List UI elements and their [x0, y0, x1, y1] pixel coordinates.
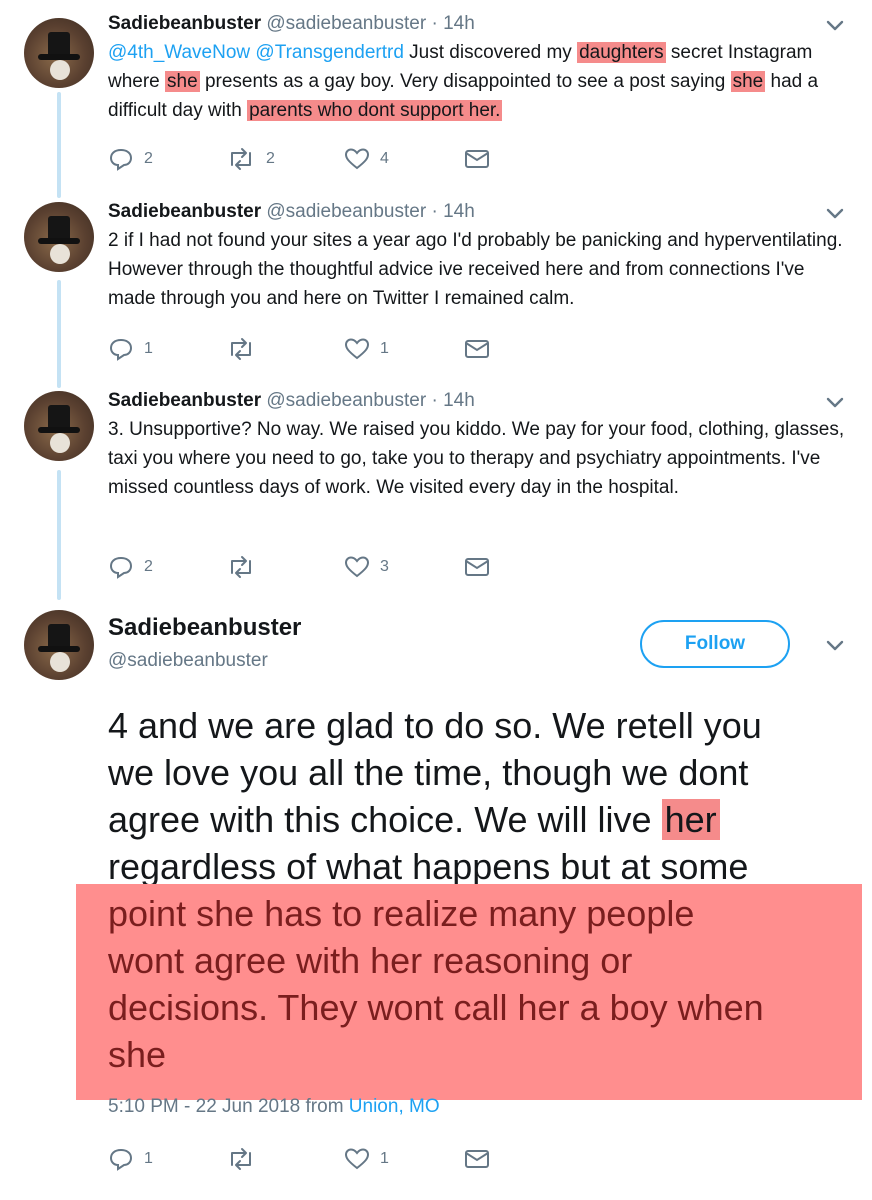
tweet-line: she [108, 1034, 167, 1075]
user-handle[interactable]: @sadiebeanbuster [108, 650, 268, 672]
separator-dot: · [431, 390, 438, 411]
avatar[interactable] [24, 610, 94, 680]
timestamp[interactable]: 14h [443, 13, 475, 34]
like-icon [344, 148, 370, 170]
like-button[interactable]: 1 [344, 334, 389, 364]
tweet-header: Sadiebeanbuster @sadiebeanbuster · 14h [108, 389, 475, 413]
tweet-line: wont agree with her reasoning or [108, 940, 633, 981]
timestamp[interactable]: 14h [443, 201, 475, 222]
reply-icon [109, 338, 133, 361]
avatar[interactable] [24, 391, 94, 461]
chevron-down-icon[interactable] [824, 202, 846, 224]
display-name[interactable]: Sadiebeanbuster [108, 13, 261, 34]
reply-button[interactable]: 2 [108, 144, 153, 174]
message-button[interactable] [464, 144, 490, 174]
retweet-button[interactable] [226, 1144, 266, 1174]
reply-count: 1 [144, 340, 153, 357]
message-button[interactable] [464, 334, 490, 364]
retweet-button[interactable] [226, 552, 266, 582]
reply-count: 2 [144, 558, 153, 575]
chevron-down-icon[interactable] [824, 634, 846, 656]
highlighted-word: daughters [577, 42, 666, 63]
tweet-text: @4th_WaveNow @Transgendertrd Just discov… [108, 38, 848, 125]
like-button[interactable]: 4 [344, 144, 389, 174]
text-segment: presents as a gay boy. Very disappointed… [199, 71, 731, 92]
highlighted-word: her [661, 799, 720, 840]
user-handle[interactable]: @sadiebeanbuster [266, 390, 426, 411]
message-icon [465, 1150, 489, 1168]
tweet-text: 4 and we are glad to do so. We retell yo… [108, 702, 848, 890]
like-icon [344, 556, 370, 578]
retweet-button[interactable]: 2 [226, 144, 275, 174]
message-icon [465, 558, 489, 576]
separator-dot: · [431, 13, 438, 34]
follow-button[interactable]: Follow [640, 620, 790, 668]
thread-line [57, 280, 61, 388]
highlighted-tweet-text: point she has to realize many people won… [108, 890, 848, 1078]
reply-button[interactable]: 1 [108, 334, 153, 364]
like-count: 1 [380, 340, 389, 357]
tweet-line: decisions. They wont call her a boy when [108, 987, 764, 1028]
separator-dot: · [431, 201, 438, 222]
tweet-text: 2 if I had not found your sites a year a… [108, 226, 848, 313]
display-name[interactable]: Sadiebeanbuster [108, 390, 261, 411]
tweet-location[interactable]: Union, MO [349, 1096, 440, 1117]
avatar[interactable] [24, 202, 94, 272]
like-count: 3 [380, 558, 389, 575]
retweet-icon [231, 338, 251, 360]
avatar[interactable] [24, 18, 94, 88]
text-segment: Just discovered my [403, 42, 578, 63]
retweet-count: 2 [266, 150, 275, 167]
chevron-down-icon[interactable] [824, 391, 846, 413]
like-button[interactable]: 3 [344, 552, 389, 582]
tweet-header: Sadiebeanbuster @sadiebeanbuster · 14h [108, 12, 475, 36]
tweet-line: agree with this choice. We will live her [108, 796, 848, 843]
tweet-meta: 5:10 PM - 22 Jun 2018 from Union, MO [108, 1096, 440, 1118]
like-button[interactable]: 1 [344, 1144, 389, 1174]
highlighted-word: she [165, 71, 200, 92]
text-segment: 3. Unsupportive? No way. We raised you k… [108, 419, 845, 498]
display-name[interactable]: Sadiebeanbuster [108, 201, 261, 222]
like-icon [344, 338, 370, 360]
tweet-datetime[interactable]: 5:10 PM - 22 Jun 2018 from [108, 1096, 349, 1117]
reply-icon [109, 556, 133, 579]
tweet-line: 4 and we are glad to do so. We retell yo… [108, 705, 762, 746]
tweet-header: Sadiebeanbuster @sadiebeanbuster · 14h [108, 200, 475, 224]
tweet-line: point she has to realize many people [108, 893, 695, 934]
mention-link[interactable]: @4th_WaveNow @Transgendertrd [108, 42, 404, 63]
retweet-icon [231, 148, 251, 170]
tweet-line: regardless of what happens but at some [108, 846, 749, 887]
message-icon [465, 340, 489, 358]
reply-icon [109, 1148, 133, 1171]
retweet-icon [231, 556, 251, 578]
thread-line [57, 470, 61, 600]
like-count: 1 [380, 1150, 389, 1167]
like-icon [344, 1148, 370, 1170]
retweet-icon [231, 1148, 251, 1170]
highlighted-word: she [730, 71, 766, 92]
display-name[interactable]: Sadiebeanbuster [108, 614, 301, 642]
user-handle[interactable]: @sadiebeanbuster [266, 201, 426, 222]
retweet-button[interactable] [226, 334, 266, 364]
reply-count: 1 [144, 1150, 153, 1167]
reply-button[interactable]: 1 [108, 1144, 153, 1174]
tweet-line: we love you all the time, though we dont [108, 752, 749, 793]
message-icon [465, 150, 489, 168]
thread-line [57, 92, 61, 198]
chevron-down-icon[interactable] [824, 14, 846, 36]
reply-button[interactable]: 2 [108, 552, 153, 582]
tweet-text: 3. Unsupportive? No way. We raised you k… [108, 415, 848, 502]
text-segment: 2 if I had not found your sites a year a… [108, 230, 843, 309]
user-handle[interactable]: @sadiebeanbuster [266, 13, 426, 34]
timestamp[interactable]: 14h [443, 390, 475, 411]
reply-icon [109, 148, 133, 171]
message-button[interactable] [464, 1144, 490, 1174]
message-button[interactable] [464, 552, 490, 582]
like-count: 4 [380, 150, 389, 167]
reply-count: 2 [144, 150, 153, 167]
highlighted-word: parents who dont support her. [247, 100, 503, 121]
